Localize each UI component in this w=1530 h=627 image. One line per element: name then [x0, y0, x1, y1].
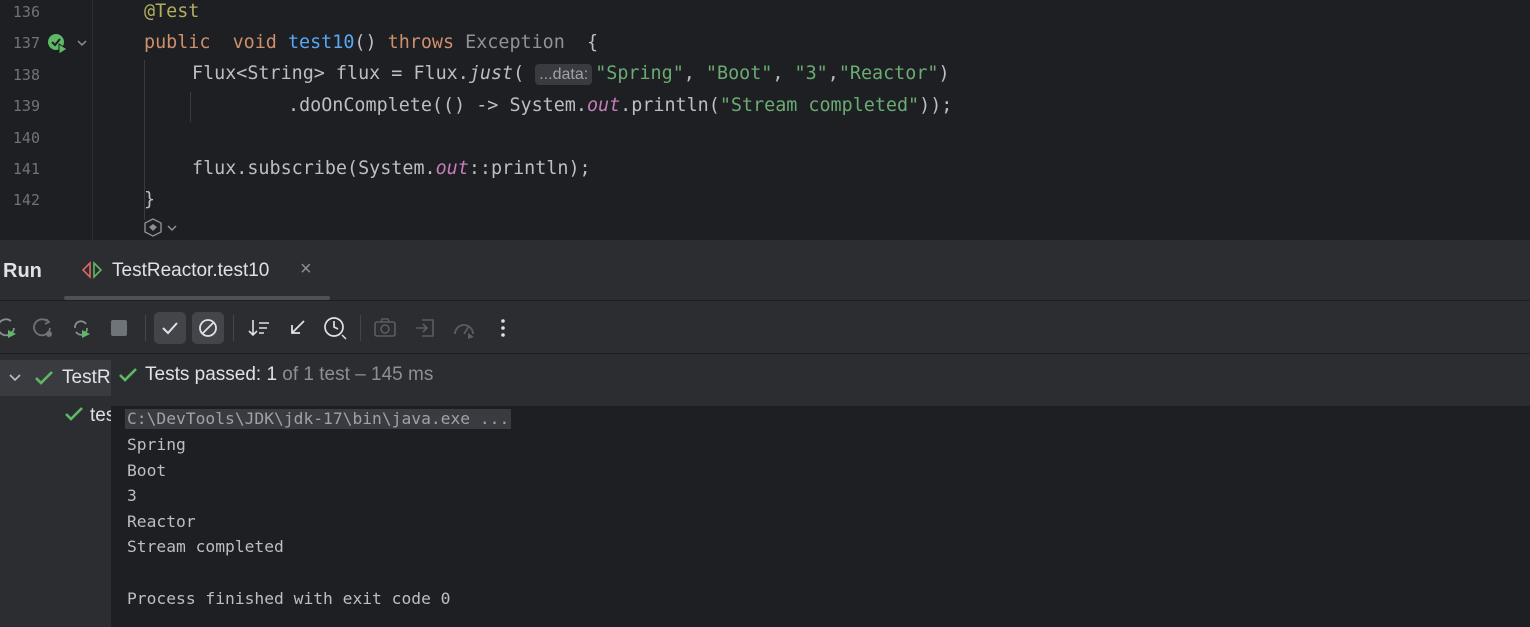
code-token: {: [586, 32, 599, 53]
screenshot-icon[interactable]: [370, 313, 400, 343]
import-icon[interactable]: [410, 313, 440, 343]
gutter-separator: [92, 0, 93, 240]
stop-icon[interactable]: [104, 313, 134, 343]
static-field-token: out: [586, 95, 621, 116]
java-command-line[interactable]: C:\DevTools\JDK\jdk-17\bin\java.exe ...: [125, 409, 512, 429]
code-line-137: public void test10() throws Exception {: [144, 32, 598, 54]
test-tree: TestReactor test10(): [0, 354, 111, 627]
console-output-line: Boot: [127, 461, 167, 480]
toolbar-separator: [233, 315, 234, 341]
parameter-hint: ...data:: [535, 64, 593, 85]
code-line-136: @Test: [144, 1, 199, 23]
annotation-token: @Test: [144, 1, 200, 22]
code-token: .doOnComplete(() -> System.: [288, 95, 587, 116]
code-token: .println(: [620, 95, 720, 116]
code-token: ));: [919, 95, 953, 116]
string-token: "Stream completed": [719, 95, 920, 116]
test-status-bar: Tests passed: 1 of 1 test – 145 ms: [111, 354, 1530, 406]
code-editor[interactable]: 136 137 138 139 140 141 142 @Test public…: [0, 0, 1530, 240]
run-tool-window: Run TestReactor.test10 × TestR tes Tests…: [0, 240, 1530, 627]
indent-guide: [190, 92, 191, 122]
method-name-token: test10: [287, 32, 355, 53]
string-token: "Boot": [705, 63, 773, 84]
collapse-icon[interactable]: [282, 313, 312, 343]
passed-check-icon: [65, 407, 83, 421]
toolbar-separator: [145, 315, 146, 341]
tree-item-root[interactable]: TestReactor: [0, 360, 111, 396]
test-run-icon: [80, 260, 104, 285]
toggle-auto-rerun-icon[interactable]: [66, 313, 96, 343]
code-line-141: flux.subscribe(System.out::println);: [192, 158, 591, 180]
line-number: 142: [12, 191, 40, 209]
tab-label: TestReactor.test10: [112, 260, 270, 281]
code-token: ::println);: [468, 158, 591, 179]
code-token: }: [144, 189, 156, 210]
console-output-line: Reactor: [127, 512, 196, 531]
keyword-token: public: [144, 32, 211, 53]
line-number: 136: [12, 3, 40, 21]
tree-item-label: TestReactor: [62, 367, 111, 388]
fold-chevron-icon[interactable]: [75, 36, 89, 55]
run-test-passed-icon[interactable]: [47, 33, 69, 55]
code-line-142: }: [144, 189, 155, 211]
line-number: 140: [12, 129, 40, 147]
string-token: "Spring": [595, 63, 684, 84]
code-token: flux.subscribe(System.: [192, 158, 436, 179]
line-number: 139: [12, 97, 40, 115]
line-number: 141: [12, 160, 40, 178]
code-token: Flux<String> flux = Flux.: [192, 63, 469, 84]
rerun-failed-icon[interactable]: [28, 313, 58, 343]
coverage-icon[interactable]: [449, 313, 479, 343]
line-number: 137: [12, 34, 40, 52]
code-token: (: [513, 63, 525, 84]
show-passed-icon[interactable]: [154, 312, 186, 344]
code-line-138: Flux<String> flux = Flux.just( ...data: "…: [192, 63, 950, 85]
ai-assistant-icon[interactable]: [144, 218, 184, 238]
code-token: ,: [772, 63, 795, 84]
tab-selected-indicator: [64, 296, 330, 300]
close-icon[interactable]: ×: [300, 258, 312, 281]
code-token: ,: [827, 63, 839, 84]
string-token: "Reactor": [838, 63, 939, 84]
run-header: Run TestReactor.test10 ×: [0, 240, 1530, 301]
code-token: (): [354, 32, 377, 53]
more-icon[interactable]: [488, 313, 518, 343]
tree-item-test[interactable]: test10(): [90, 405, 111, 427]
console-output-line: Stream completed: [127, 537, 284, 556]
code-token: ): [938, 63, 950, 84]
class-token: Exception: [465, 32, 565, 53]
history-icon[interactable]: [320, 313, 350, 343]
keyword-token: throws: [387, 32, 455, 53]
show-ignored-icon[interactable]: [192, 312, 224, 344]
keyword-token: void: [232, 32, 277, 53]
passed-check-icon: [119, 368, 137, 382]
run-panel-title: Run: [3, 260, 42, 282]
passed-check-icon: [35, 371, 53, 385]
static-field-token: out: [435, 158, 469, 179]
code-token: ,: [683, 63, 706, 84]
rerun-icon[interactable]: [0, 313, 22, 343]
console-output-line: Spring: [127, 435, 186, 454]
tests-passed-count: Tests passed: 1: [145, 364, 278, 385]
sort-icon[interactable]: [244, 313, 274, 343]
chevron-down-icon[interactable]: [8, 371, 22, 385]
tests-summary: of 1 test – 145 ms: [277, 364, 434, 385]
tab-test-run[interactable]: TestReactor.test10 ×: [64, 240, 330, 300]
process-exit-message: Process finished with exit code 0: [127, 589, 451, 608]
test-status-text: Tests passed: 1 of 1 test – 145 ms: [145, 364, 433, 386]
line-number: 138: [12, 66, 40, 84]
static-method-token: just: [468, 63, 514, 84]
console-output[interactable]: C:\DevTools\JDK\jdk-17\bin\java.exe ... …: [111, 406, 1530, 627]
toolbar-separator: [360, 315, 361, 341]
string-token: "3": [794, 63, 828, 84]
console-output-line: 3: [127, 486, 137, 505]
run-toolbar: [0, 301, 1530, 354]
code-line-139: .doOnComplete(() -> System.out.println("…: [288, 95, 952, 117]
